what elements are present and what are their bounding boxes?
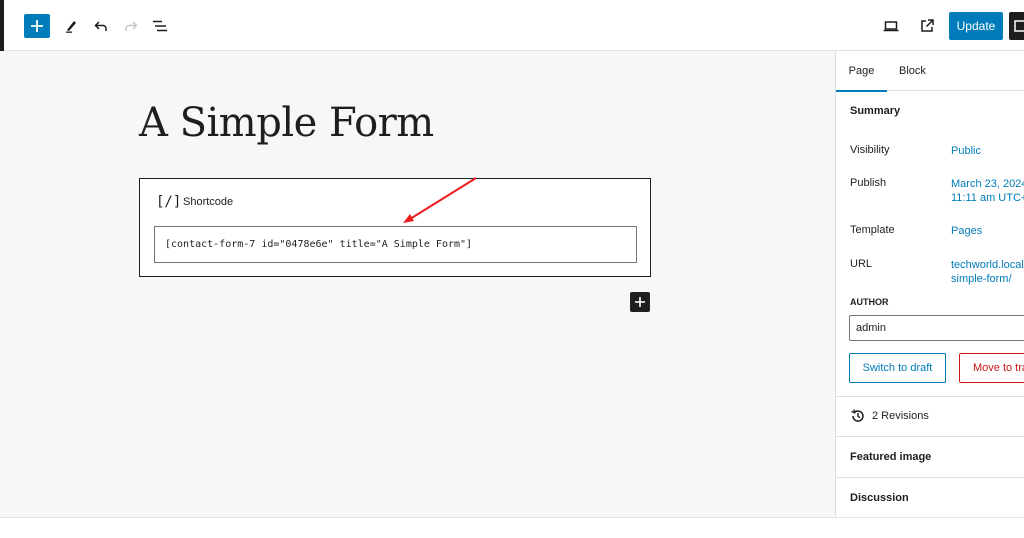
settings-sidebar: Page Block Summary Visibility Public Pub… [835,51,1024,517]
shortcode-icon: [/] [156,194,182,210]
switch-to-draft-button[interactable]: Switch to draft [849,353,946,383]
pencil-icon [66,21,76,33]
laptop-icon [883,21,899,32]
editor-header: Update [0,0,1024,51]
visibility-label: Visibility [850,144,890,156]
template-label: Template [850,224,895,236]
tab-block[interactable]: Block [899,51,926,91]
url-line-1: techworld.local/ [951,259,1024,271]
visibility-value[interactable]: Public [951,144,981,158]
sidebar-tabs: Page Block [836,51,1024,92]
undo-button[interactable] [89,14,113,38]
shortcode-block[interactable]: [/] Shortcode [contact-form-7 id="0478e6… [139,178,651,277]
plus-icon [31,20,43,32]
template-value[interactable]: Pages [951,224,982,238]
discussion-panel[interactable]: Discussion [836,478,1024,518]
revisions-label: 2 Revisions [872,410,929,422]
redo-icon [125,21,138,31]
undo-icon [94,21,107,31]
redo-button[interactable] [119,14,143,38]
list-view-button[interactable] [148,14,172,38]
publish-label: Publish [850,177,887,189]
external-link-icon [921,19,934,32]
block-editor: Update A Simple Form [/] Shortcode [cont… [0,0,1024,538]
summary-heading[interactable]: Summary [850,105,900,117]
view-page-button[interactable] [915,14,939,38]
publish-value[interactable]: March 23, 2024 11:11 am UTC+0 [951,177,1024,205]
tools-button[interactable] [59,14,83,38]
history-icon [851,409,864,422]
revisions-link[interactable]: 2 Revisions [836,396,1024,436]
tab-page[interactable]: Page [836,51,887,92]
plus-icon [635,297,645,307]
preview-button[interactable] [879,14,903,38]
shortcode-label: Shortcode [183,196,234,208]
url-line-2: simple-form/ [951,273,1012,285]
settings-button[interactable] [1009,12,1024,40]
publish-date: March 23, 2024 [951,178,1024,190]
editor-bottom-border [0,517,1024,518]
add-block-button[interactable] [24,14,50,38]
publish-time: 11:11 am UTC+0 [951,192,1024,204]
move-to-trash-button[interactable]: Move to trash [959,353,1024,383]
sidebar-toggle-icon [1014,20,1024,32]
shortcode-input[interactable]: [contact-form-7 id="0478e6e" title="A Si… [154,226,637,263]
list-view-icon [153,20,167,32]
url-value[interactable]: techworld.local/ simple-form/ [951,258,1024,286]
featured-image-panel[interactable]: Featured image [836,437,1024,477]
admin-edge [0,0,4,51]
block-inserter-button[interactable] [630,292,650,312]
url-label: URL [850,258,873,270]
page-title[interactable]: A Simple Form [139,100,434,146]
update-button[interactable]: Update [949,12,1003,40]
author-select[interactable]: admin [849,315,1024,341]
author-label: Author [850,297,889,307]
